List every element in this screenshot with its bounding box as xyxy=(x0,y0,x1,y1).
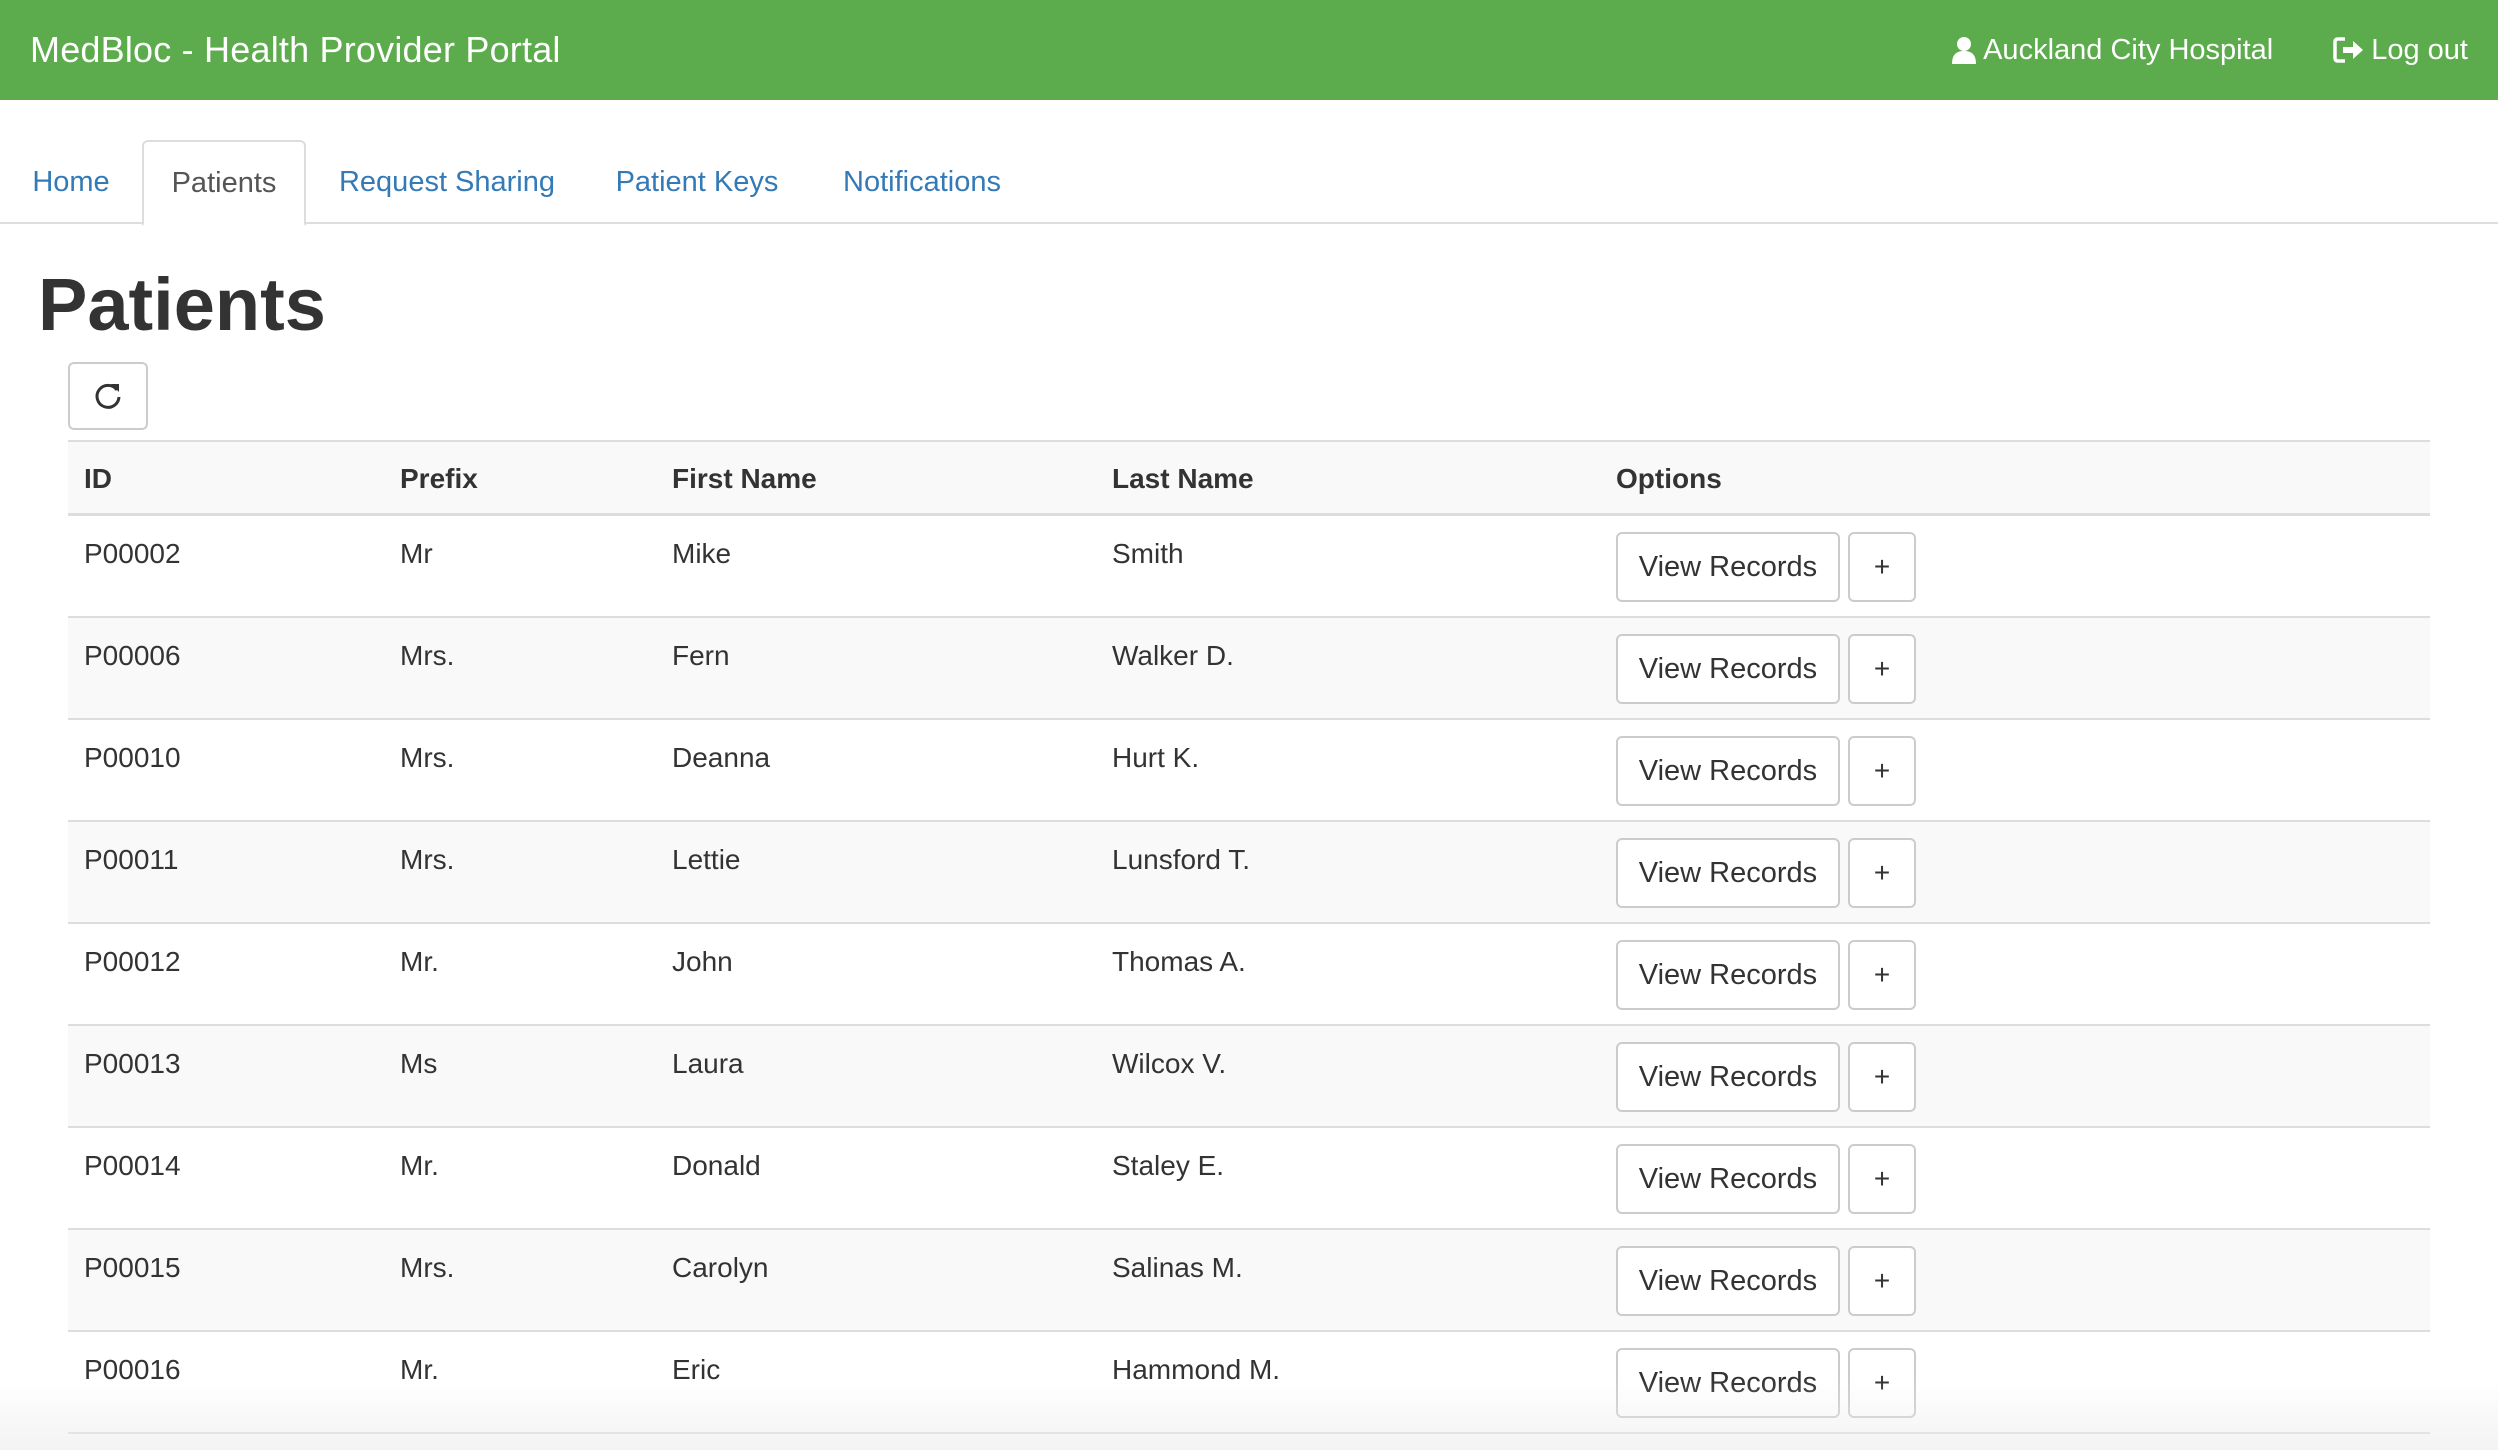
patients-table: ID Prefix First Name Last Name Options P… xyxy=(68,440,2430,1434)
cell-last-name: Lunsford T. xyxy=(1112,844,1251,875)
cell-id: P00013 xyxy=(84,1048,181,1079)
add-record-button[interactable]: + xyxy=(1848,1042,1916,1112)
table-row: P00010 Mrs. Deanna Hurt K. View Records … xyxy=(68,720,2430,822)
cell-id: P00006 xyxy=(84,640,181,671)
cell-last-name: Salinas M. xyxy=(1112,1252,1243,1283)
cell-prefix: Mrs. xyxy=(400,742,455,773)
top-navbar: MedBloc - Health Provider Portal Aucklan… xyxy=(0,0,2498,100)
cell-id: P00012 xyxy=(84,946,181,977)
cell-last-name: Staley E. xyxy=(1112,1150,1225,1181)
table-row: P00012 Mr. John Thomas A. View Records + xyxy=(68,924,2430,1026)
cell-prefix: Mrs. xyxy=(400,640,455,671)
cell-last-name: Hurt K. xyxy=(1112,742,1200,773)
add-record-button[interactable]: + xyxy=(1848,1246,1916,1316)
add-record-button[interactable]: + xyxy=(1848,838,1916,908)
table-header: ID Prefix First Name Last Name Options xyxy=(68,442,2430,516)
cell-last-name: Thomas A. xyxy=(1112,946,1246,977)
add-record-button[interactable]: + xyxy=(1848,634,1916,704)
cell-last-name: Walker D. xyxy=(1112,640,1234,671)
user-account-link[interactable]: Auckland City Hospital xyxy=(1951,34,2273,67)
cell-prefix: Mr xyxy=(400,538,433,569)
cell-first-name: John xyxy=(672,946,733,977)
cell-prefix: Mr. xyxy=(400,1150,439,1181)
cell-prefix: Mr. xyxy=(400,946,439,977)
navbar-right: Auckland City Hospital Log out xyxy=(1951,34,2468,67)
user-label: Auckland City Hospital xyxy=(1983,33,2274,66)
table-row: P00013 Ms Laura Wilcox V. View Records + xyxy=(68,1026,2430,1128)
cell-id: P00014 xyxy=(84,1150,181,1181)
tab-patient-keys[interactable]: Patient Keys xyxy=(604,140,790,224)
view-records-button[interactable]: View Records xyxy=(1616,736,1840,806)
header-prefix: Prefix xyxy=(400,463,478,494)
logout-label: Log out xyxy=(2371,33,2468,66)
cell-id: P00015 xyxy=(84,1252,181,1283)
cell-id: P00011 xyxy=(84,844,179,875)
brand-title[interactable]: MedBloc - Health Provider Portal xyxy=(30,29,561,71)
view-records-button[interactable]: View Records xyxy=(1616,1246,1840,1316)
view-records-button[interactable]: View Records xyxy=(1616,838,1840,908)
cell-id: P00010 xyxy=(84,742,181,773)
tab-notifications[interactable]: Notifications xyxy=(828,140,1016,224)
header-id: ID xyxy=(84,463,112,494)
tab-request-sharing[interactable]: Request Sharing xyxy=(330,140,564,224)
view-records-button[interactable]: View Records xyxy=(1616,1144,1840,1214)
view-records-button[interactable]: View Records xyxy=(1616,940,1840,1010)
add-record-button[interactable]: + xyxy=(1848,532,1916,602)
cell-first-name: Fern xyxy=(672,640,730,671)
cell-first-name: Donald xyxy=(672,1150,761,1181)
tab-home[interactable]: Home xyxy=(16,140,126,224)
header-last-name: Last Name xyxy=(1112,463,1254,494)
view-records-button[interactable]: View Records xyxy=(1616,1042,1840,1112)
cell-prefix: Mrs. xyxy=(400,844,455,875)
main-tabs: Home Patients Request Sharing Patient Ke… xyxy=(0,140,2498,226)
refresh-button[interactable] xyxy=(68,362,148,430)
logout-link[interactable]: Log out xyxy=(2333,34,2468,67)
table-row: P00014 Mr. Donald Staley E. View Records… xyxy=(68,1128,2430,1230)
header-options: Options xyxy=(1616,463,1722,494)
tab-patients[interactable]: Patients xyxy=(142,140,306,226)
add-record-button[interactable]: + xyxy=(1848,940,1916,1010)
cell-last-name: Smith xyxy=(1112,538,1184,569)
logout-icon xyxy=(2333,37,2364,63)
cell-first-name: Deanna xyxy=(672,742,771,773)
user-icon xyxy=(1952,37,1977,64)
table-row: P00015 Mrs. Carolyn Salinas M. View Reco… xyxy=(68,1230,2430,1332)
cell-first-name: Laura xyxy=(672,1048,744,1079)
cell-prefix: Mrs. xyxy=(400,1252,455,1283)
cell-first-name: Mike xyxy=(672,538,732,569)
page-title: Patients xyxy=(38,263,326,346)
view-records-button[interactable]: View Records xyxy=(1616,532,1840,602)
header-first-name: First Name xyxy=(672,463,817,494)
cell-first-name: Lettie xyxy=(672,844,741,875)
add-record-button[interactable]: + xyxy=(1848,1144,1916,1214)
table-row: P00006 Mrs. Fern Walker D. View Records … xyxy=(68,618,2430,720)
cell-id: P00002 xyxy=(84,538,181,569)
cell-first-name: Carolyn xyxy=(672,1252,769,1283)
table-row: P00002 Mr Mike Smith View Records + xyxy=(68,516,2430,618)
view-records-button[interactable]: View Records xyxy=(1616,634,1840,704)
cell-prefix: Ms xyxy=(400,1048,438,1079)
table-row: P00011 Mrs. Lettie Lunsford T. View Reco… xyxy=(68,822,2430,924)
add-record-button[interactable]: + xyxy=(1848,736,1916,806)
bottom-fade xyxy=(0,1380,2498,1450)
cell-last-name: Wilcox V. xyxy=(1112,1048,1227,1079)
refresh-icon xyxy=(95,383,121,409)
